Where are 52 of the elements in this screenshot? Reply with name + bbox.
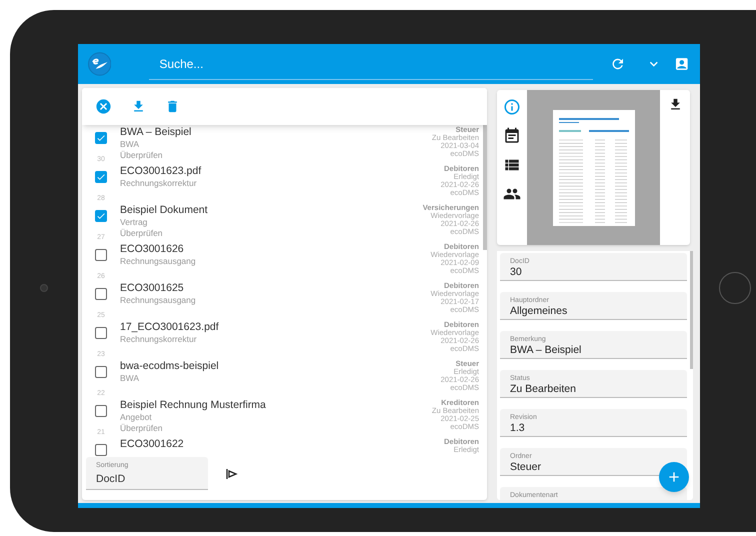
- field-value: Steuer: [510, 461, 542, 473]
- checkbox[interactable]: [95, 288, 107, 300]
- field-value: BWA – Beispiel: [510, 344, 582, 356]
- check-icon: [96, 211, 106, 221]
- delete-icon[interactable]: [165, 99, 180, 114]
- document-title: Beispiel Dokument: [120, 203, 209, 217]
- document-subtitle: Rechnungskorrektur: [120, 178, 198, 189]
- calendar-icon[interactable]: [503, 127, 521, 145]
- document-subtitle: Vertrag: [120, 217, 148, 228]
- document-subtitle: Überprüfen: [120, 228, 164, 239]
- info-icon[interactable]: [503, 98, 521, 116]
- close-icon[interactable]: [95, 98, 112, 115]
- account-icon[interactable]: [674, 56, 690, 72]
- document-title: ECO3001622: [120, 437, 185, 451]
- home-button[interactable]: [719, 272, 751, 304]
- document-title: ECO3001626: [120, 242, 185, 256]
- refresh-icon[interactable]: [610, 56, 626, 72]
- document-title: Beispiel Rechnung Musterfirma: [120, 398, 267, 412]
- checkbox[interactable]: [95, 132, 107, 144]
- document-subtitle: Überprüfen: [120, 423, 164, 434]
- scrollbar-thumb[interactable]: [483, 125, 487, 250]
- field-value: Zu Bearbeiten: [510, 383, 577, 395]
- check-icon: [96, 133, 106, 143]
- document-subtitle: Rechnungsausgang: [120, 256, 197, 267]
- checkbox[interactable]: [95, 444, 107, 456]
- scrollbar-thumb[interactable]: [690, 251, 693, 369]
- document-preview[interactable]: [527, 90, 660, 245]
- camera-icon: [40, 284, 48, 292]
- document-title: 17_ECO3001623.pdf: [120, 320, 220, 334]
- sort-direction-icon[interactable]: [226, 468, 238, 478]
- checkbox[interactable]: [95, 327, 107, 339]
- document-title: bwa-ecodms-beispiel: [120, 359, 220, 373]
- checkbox[interactable]: [95, 405, 107, 417]
- checkbox[interactable]: [95, 366, 107, 378]
- field-value: DocID: [96, 472, 126, 486]
- check-icon: [96, 172, 106, 182]
- document-subtitle: BWA: [120, 139, 140, 150]
- field-value: 30: [510, 266, 523, 278]
- document-title: BWA – Beispiel: [120, 125, 192, 139]
- checkbox[interactable]: [95, 210, 107, 222]
- checkbox[interactable]: [95, 171, 107, 183]
- document-subtitle: Rechnungskorrektur: [120, 334, 198, 345]
- logo-icon[interactable]: [88, 52, 112, 76]
- document-subtitle: Überprüfen: [120, 150, 164, 161]
- document-subtitle: BWA: [120, 373, 140, 384]
- checkbox[interactable]: [95, 249, 107, 261]
- document-title: ECO3001623.pdf: [120, 164, 202, 178]
- field-value: Allgemeines: [510, 305, 568, 317]
- document-subtitle: Rechnungsausgang: [120, 295, 197, 306]
- field-value: 1.3: [510, 422, 526, 434]
- document-subtitle: Angebot: [120, 412, 153, 423]
- document-title: ECO3001625: [120, 281, 185, 295]
